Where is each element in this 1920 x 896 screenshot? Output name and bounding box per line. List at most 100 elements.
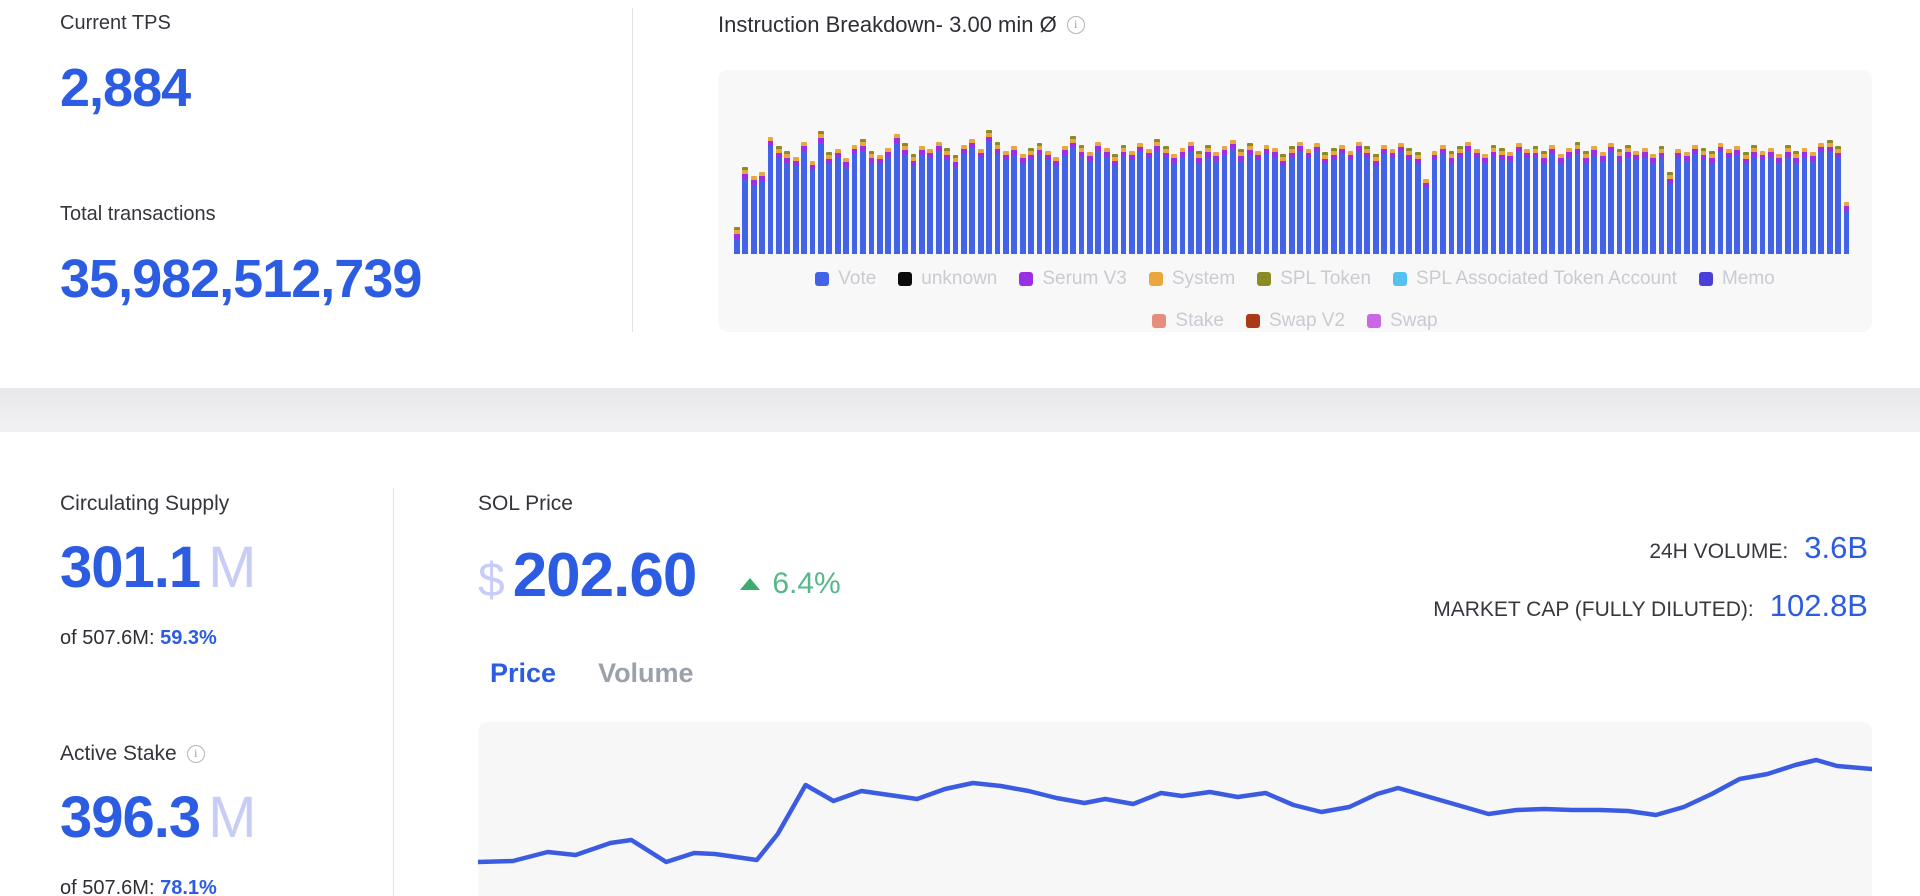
legend-label: Swap V2 xyxy=(1269,310,1345,332)
bar-segment-vote xyxy=(1104,157,1110,255)
stacked-bar xyxy=(1608,143,1614,254)
stacked-bar xyxy=(784,151,790,255)
bar-segment-vote xyxy=(1331,160,1337,255)
bar-segment-vote xyxy=(1205,157,1211,255)
stacked-bar xyxy=(1423,179,1429,254)
bar-segment-vote xyxy=(936,151,942,255)
stacked-bar xyxy=(1247,143,1253,254)
bar-segment-vote xyxy=(1566,157,1572,255)
legend-item-serum-v3[interactable]: Serum V3 xyxy=(1019,268,1126,290)
info-icon[interactable]: i xyxy=(187,745,205,763)
stacked-bar xyxy=(1205,145,1211,255)
stacked-bar xyxy=(1112,154,1118,255)
total-transactions-metric: Total transactions 35,982,512,739 xyxy=(60,203,421,310)
stacked-bar xyxy=(944,148,950,255)
stacked-bar xyxy=(1381,145,1387,255)
bar-segment-vote xyxy=(1406,160,1412,255)
bar-segment-vote xyxy=(1650,163,1656,255)
legend-item-system[interactable]: System xyxy=(1149,268,1235,290)
stacked-bar xyxy=(1465,142,1471,255)
info-icon[interactable]: i xyxy=(1067,16,1085,34)
bar-segment-vote xyxy=(1768,157,1774,255)
stacked-bar xyxy=(1524,149,1530,254)
stacked-bar xyxy=(1785,145,1791,255)
legend-item-vote[interactable]: Vote xyxy=(815,268,876,290)
stacked-bar xyxy=(826,152,832,254)
stacked-bar xyxy=(1566,148,1572,255)
bar-segment-vote xyxy=(927,158,933,254)
legend-swatch xyxy=(1019,272,1033,286)
stacked-bar xyxy=(1003,151,1009,255)
stacked-bar xyxy=(1322,152,1328,254)
tab-price[interactable]: Price xyxy=(490,658,556,689)
sol-price-row: $ 202.60 6.4% xyxy=(478,540,841,611)
bar-segment-vote xyxy=(1726,158,1732,254)
stacked-bar xyxy=(1398,143,1404,254)
stacked-bar xyxy=(1558,154,1564,255)
legend-swatch xyxy=(815,272,829,286)
bar-segment-vote xyxy=(1499,160,1505,255)
legend-row: Stake Swap V2 Swap xyxy=(718,304,1872,338)
legend-label: Memo xyxy=(1722,268,1775,290)
bar-segment-vote xyxy=(1810,161,1816,254)
legend-label: SPL Associated Token Account xyxy=(1416,268,1677,290)
legend-item-unknown[interactable]: unknown xyxy=(898,268,997,290)
bar-segment-vote xyxy=(768,146,774,254)
stacked-bar xyxy=(801,142,807,255)
stacked-bar xyxy=(1709,151,1715,255)
stacked-bar xyxy=(734,227,740,254)
legend-swatch xyxy=(1246,314,1260,328)
stacked-bar xyxy=(1818,143,1824,254)
bar-segment-vote xyxy=(986,142,992,255)
active-stake-pct: 78.1% xyxy=(160,877,217,896)
circulating-supply-unit: M xyxy=(208,535,255,600)
marketcap-value: 102.8B xyxy=(1770,588,1868,624)
stacked-bar xyxy=(1037,143,1043,254)
legend-label: Stake xyxy=(1175,310,1224,332)
stacked-bar xyxy=(1062,146,1068,254)
top-vertical-divider xyxy=(632,8,633,332)
stacked-bar xyxy=(1726,149,1732,254)
stacked-bar xyxy=(953,155,959,254)
bar-segment-vote xyxy=(1356,151,1362,255)
stacked-bar xyxy=(1011,146,1017,254)
legend-item-stake[interactable]: Stake xyxy=(1152,310,1224,332)
stacked-bar xyxy=(818,131,824,254)
stacked-bar xyxy=(1776,154,1782,255)
bar-segment-vote xyxy=(1272,157,1278,255)
stacked-bar xyxy=(902,143,908,254)
bar-segment-vote xyxy=(1062,155,1068,254)
bar-segment-vote xyxy=(1583,163,1589,255)
legend-item-swap[interactable]: Swap xyxy=(1367,310,1438,332)
stacked-bar xyxy=(911,154,917,255)
price-line xyxy=(478,760,1872,862)
legend-item-swap-v2[interactable]: Swap V2 xyxy=(1246,310,1345,332)
bar-segment-vote xyxy=(1533,158,1539,254)
stacked-bar xyxy=(1718,143,1724,254)
bar-segment-vote xyxy=(1045,160,1051,255)
legend-item-memo[interactable]: Memo xyxy=(1699,268,1775,290)
bar-segment-vote xyxy=(1818,152,1824,254)
bar-segment-vote xyxy=(1835,158,1841,254)
stacked-bar xyxy=(1692,145,1698,255)
stacked-bar xyxy=(1406,148,1412,255)
stacked-bar xyxy=(852,145,858,255)
stacked-bar xyxy=(1701,148,1707,255)
stacked-bar xyxy=(1675,149,1681,254)
bar-segment-vote xyxy=(1028,160,1034,255)
stacked-bar xyxy=(1415,152,1421,254)
stacked-bar xyxy=(843,158,849,254)
bar-segment-vote xyxy=(1137,152,1143,254)
legend-item-spl-associated-token-account[interactable]: SPL Associated Token Account xyxy=(1393,268,1677,290)
stacked-bar xyxy=(1549,145,1555,255)
stacked-bar xyxy=(969,139,975,255)
total-transactions-label: Total transactions xyxy=(60,203,421,226)
legend-swatch xyxy=(898,272,912,286)
bar-segment-vote xyxy=(1180,157,1186,255)
legend-item-spl-token[interactable]: SPL Token xyxy=(1257,268,1371,290)
stacked-bar xyxy=(877,155,883,254)
stacked-bar xyxy=(1827,140,1833,254)
tab-volume[interactable]: Volume xyxy=(598,658,694,689)
stacked-bar xyxy=(1457,146,1463,254)
legend-label: Serum V3 xyxy=(1042,268,1126,290)
